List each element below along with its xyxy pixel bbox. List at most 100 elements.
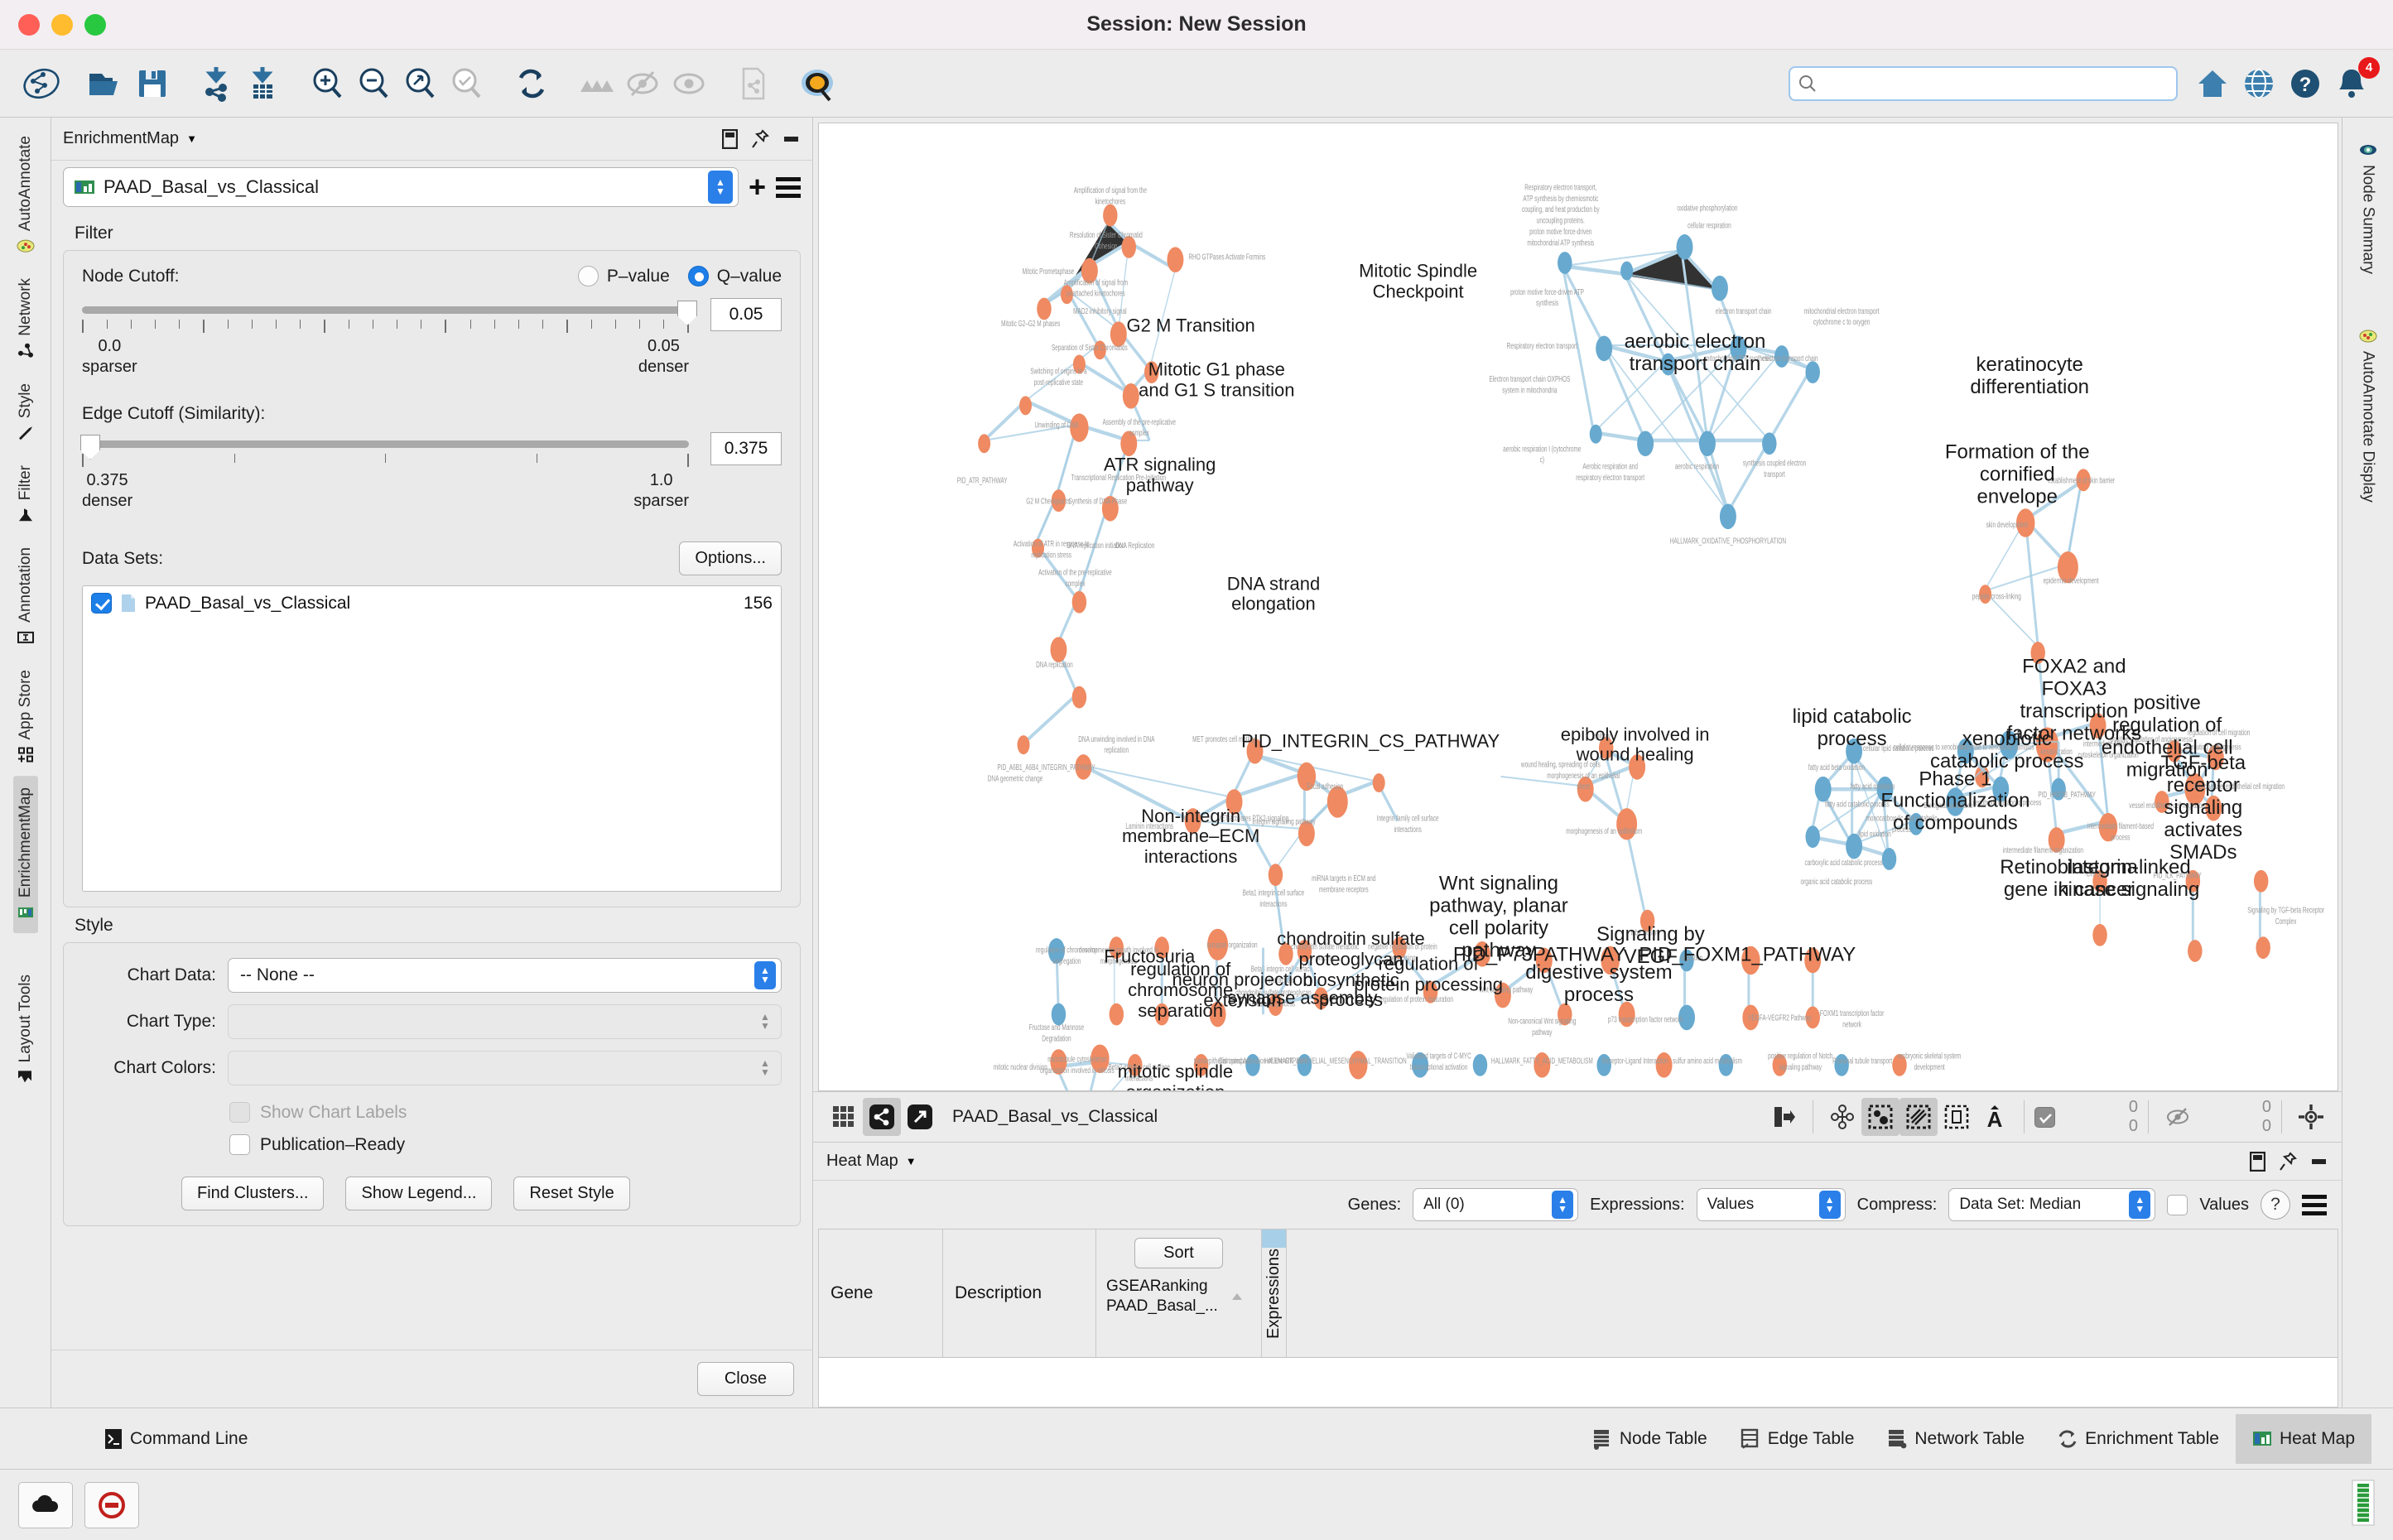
search-target-icon[interactable] [795,60,841,107]
sidebar-tab-style[interactable]: Style [13,372,38,454]
em-menu-button[interactable] [776,177,801,198]
float-panel-icon[interactable] [722,129,738,149]
select-annotations-icon[interactable] [1938,1098,1976,1136]
sidebar-tab-autoannotate-display[interactable]: AutoAnnotate Display [2356,315,2381,514]
heatmap-menu-button[interactable] [2302,1195,2327,1215]
edge-cutoff-value[interactable]: 0.375 [710,432,782,465]
pvalue-radio[interactable] [578,266,599,286]
network-view-icon[interactable] [863,1098,901,1136]
network-graph[interactable]: .nd-up{fill:#ef8a62;} .nd-dn{fill:#67a9c… [819,123,2338,1090]
node-cutoff-value[interactable]: 0.05 [710,298,782,331]
show-selected-checkbox[interactable] [2034,1107,2055,1128]
notifications-icon[interactable]: 4 [2328,60,2375,107]
cloud-status-icon[interactable] [18,1482,73,1528]
node-cutoff-slider[interactable]: 0.0sparser 0.05denser [82,306,689,378]
chart-type-combo[interactable]: ▲▼ [228,1004,782,1039]
pin-panel-icon[interactable] [751,129,769,149]
chart-data-stepper[interactable]: ▲▼ [754,961,776,989]
grid-view-icon[interactable] [825,1098,863,1136]
network-view[interactable]: .nd-up{fill:#ef8a62;} .nd-dn{fill:#67a9c… [818,123,2338,1091]
sidebar-tab-annotation[interactable]: Annotation [13,536,38,658]
annotate-text-icon[interactable]: A [1976,1098,2014,1136]
new-network-from-selection-icon[interactable] [730,60,777,107]
save-session-icon[interactable] [129,60,176,107]
column-header-gene[interactable]: Gene [819,1230,943,1357]
heatmap-table[interactable]: Gene Description Sort GSEARanking PAAD_B… [818,1229,2338,1408]
hidden-elements-icon[interactable] [2159,1098,2197,1136]
network-select-combo[interactable]: PAAD_Basal_vs_Classical ▲▼ [63,167,739,207]
import-table-icon[interactable] [240,60,286,107]
find-clusters-button[interactable]: Find Clusters... [181,1177,324,1210]
memory-status-icon[interactable] [2352,1480,2375,1530]
sidebar-tab-app-store[interactable]: App Store [13,658,38,776]
zoom-fit-icon[interactable] [397,60,444,107]
command-line-button[interactable]: Command Line [22,1413,264,1465]
pin-panel-icon[interactable] [2279,1152,2297,1172]
hide-nodes-icon[interactable] [619,60,666,107]
publication-ready-checkbox[interactable] [229,1134,250,1155]
close-button[interactable]: Close [697,1362,794,1396]
globe-icon[interactable] [2236,60,2282,107]
sidebar-tab-enrichmentmap[interactable]: EnrichmentMap [13,776,38,933]
tab-edge-table[interactable]: Edge Table [1724,1413,1871,1465]
compress-combo[interactable]: Data Set: Median ▲▼ [1948,1188,2155,1221]
show-legend-button[interactable]: Show Legend... [345,1177,492,1210]
tab-network-table[interactable]: Network Table [1871,1413,2041,1465]
float-panel-icon[interactable] [2250,1152,2265,1172]
sidebar-tab-layout-tools[interactable]: Layout Tools [13,963,38,1098]
values-checkbox[interactable] [2167,1195,2188,1215]
fit-content-icon[interactable] [2292,1098,2330,1136]
chart-colors-stepper[interactable]: ▲▼ [754,1054,776,1082]
search-input[interactable] [1789,66,2178,101]
reset-style-button[interactable]: Reset Style [513,1177,629,1210]
genes-stepper[interactable]: ▲▼ [1552,1191,1573,1219]
qvalue-radio[interactable] [688,266,709,286]
tab-enrichment-table[interactable]: Enrichment Table [2041,1413,2236,1465]
tab-node-table[interactable]: Node Table [1576,1413,1724,1465]
select-edges-icon[interactable] [1899,1098,1938,1136]
import-network-icon[interactable] [194,60,240,107]
export-image-icon[interactable] [1765,1098,1803,1136]
help-icon[interactable]: ? [2282,60,2328,107]
column-header-ranking[interactable]: Sort GSEARanking PAAD_Basal_... [1096,1230,1262,1357]
sort-ascending-icon[interactable] [1230,1292,1245,1302]
show-all-icon[interactable] [666,60,712,107]
layout-icon[interactable] [1823,1098,1861,1136]
chevron-down-icon[interactable]: ▼ [186,132,197,145]
genes-combo[interactable]: All (0) ▲▼ [1413,1188,1578,1221]
expressions-combo[interactable]: Values ▲▼ [1697,1188,1846,1221]
heatmap-help-icon[interactable]: ? [2261,1190,2290,1220]
compress-stepper[interactable]: ▲▼ [2129,1191,2150,1219]
expressions-stepper[interactable]: ▲▼ [1819,1191,1841,1219]
export-view-icon[interactable] [901,1098,939,1136]
show-chart-labels-row[interactable]: Show Chart Labels [229,1102,782,1123]
chart-data-combo[interactable]: -- None -- ▲▼ [228,958,782,993]
add-enrichmentmap-button[interactable]: + [749,172,766,202]
zoom-selected-icon[interactable] [444,60,490,107]
chart-type-stepper[interactable]: ▲▼ [754,1008,776,1036]
datasets-listbox[interactable]: PAAD_Basal_vs_Classical 156 [82,585,782,892]
cytoscape-logo-icon[interactable] [18,60,65,107]
zoom-in-icon[interactable] [305,60,351,107]
publication-ready-row[interactable]: Publication–Ready [229,1134,782,1155]
dataset-checkbox[interactable] [91,593,112,614]
dataset-row[interactable]: PAAD_Basal_vs_Classical 156 [91,593,773,614]
open-file-icon[interactable] [83,60,129,107]
sidebar-tab-node-summary[interactable]: Node Summary [2356,129,2381,286]
edge-cutoff-slider[interactable]: 0.375denser 1.0sparser [82,440,689,512]
zoom-out-icon[interactable] [351,60,397,107]
column-header-expressions[interactable]: Expressions [1262,1230,1287,1357]
search-field[interactable] [1823,75,2168,93]
sidebar-tab-network[interactable]: Network [13,267,38,372]
network-select-stepper[interactable]: ▲▼ [708,171,733,204]
chart-colors-combo[interactable]: ▲▼ [228,1051,782,1085]
tab-heat-map[interactable]: Heat Map [2236,1414,2371,1464]
dataset-options-button[interactable]: Options... [679,541,782,575]
home-icon[interactable] [2189,60,2236,107]
minimize-panel-icon[interactable] [782,136,801,142]
hide-unselected-icon[interactable] [573,60,619,107]
select-nodes-icon[interactable] [1861,1098,1899,1136]
sidebar-tab-filter[interactable]: Filter [13,454,38,536]
sort-button[interactable]: Sort [1134,1238,1223,1268]
column-header-description[interactable]: Description [943,1230,1096,1357]
